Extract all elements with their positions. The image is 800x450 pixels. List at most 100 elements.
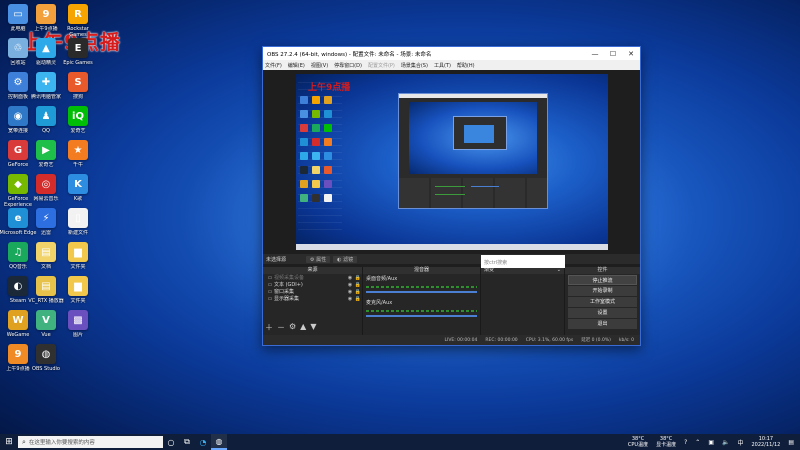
visibility-eye-icon[interactable]: ◉ [346,289,354,295]
volume-icon[interactable]: 🔈 [722,439,729,446]
desktop-icon[interactable]: iQ 爱奇艺 [60,106,96,140]
settings-button[interactable]: 设置 [568,308,637,318]
source-item[interactable]: ▭ 显示器采集 ◉ 🔒 [263,295,362,303]
mixer-track: 桌面音频/Aux [363,274,480,298]
start-recording-button[interactable]: 开始录制 [568,286,637,296]
task-view-icon[interactable]: ○ [163,434,179,450]
volume-slider[interactable] [366,291,477,293]
app-icon: ◎ [36,174,56,194]
app-icon: G [8,140,28,160]
dropped-frames: 延迟 0 (0.0%) [581,338,611,343]
source-name: 显示器采集 [274,296,300,302]
app-icon: V [36,310,56,330]
app-icon: ▭ [8,4,28,24]
visibility-eye-icon[interactable]: ◉ [346,296,354,302]
notification-icon[interactable]: ▤ [788,439,794,446]
close-icon[interactable]: ✕ [622,50,640,58]
minimize-icon[interactable]: — [586,50,604,58]
app-icon: ♟ [36,106,56,126]
app-icon: ◐ [8,276,28,296]
desktop-icon[interactable]: ▆ 文件夹 [60,242,96,276]
app-icon: ◍ [36,344,56,364]
lock-icon[interactable]: 🔒 [354,289,362,295]
preview-desktop-icons [298,76,342,236]
menu-edit[interactable]: 编辑(E) [288,62,305,69]
search-input[interactable]: 按ctrl搜索 [481,255,565,268]
desktop-icon-label: 搜狗 [72,94,83,100]
edge-icon[interactable]: ◔ [195,434,211,450]
preview-area: 上午9点播 [263,70,640,300]
move-up-icon[interactable]: ▲ [300,322,306,333]
obs-window[interactable]: OBS 27.2.4 (64-bit, windows) - 配置文件: 未命名… [262,46,641,346]
desktop-icon[interactable]: S 搜狗 [60,72,96,106]
desktop-icon[interactable]: ▯ 新建文件 [60,208,96,242]
bitrate-status: kb/s: 0 [618,337,634,343]
search-input[interactable]: ⌕ 在这里输入你要搜索的内容 [18,436,163,448]
visibility-eye-icon[interactable]: ◉ [346,282,354,288]
app-icon: S [68,72,88,92]
add-icon[interactable]: ＋ [265,322,273,333]
desktop-icon[interactable]: R Rockstar Games [60,4,96,38]
exit-button[interactable]: 退出 [568,319,637,329]
desktop-icon[interactable]: K K歌 [60,174,96,208]
properties-button[interactable]: ⚙ 属性 [306,255,331,263]
source-name: 窗口采集 [274,289,295,295]
network-icon[interactable]: ▣ [708,439,714,446]
source-item[interactable]: ▭ 窗口采集 ◉ 🔒 [263,288,362,296]
preview-canvas[interactable]: 上午9点播 [296,74,608,250]
desktop-icon[interactable]: ★ 千牛 [60,140,96,174]
windows-start-icon[interactable]: ⊞ [0,434,18,450]
preview-watermark: 上午9点播 [308,83,351,93]
gear-icon[interactable]: ⚙ [289,322,296,333]
menu-profile[interactable]: 配置文件(P) [368,62,395,69]
desktop-icon-label: 爱奇艺 [70,128,86,134]
menu-help[interactable]: 帮助(H) [457,62,475,69]
maximize-icon[interactable]: ☐ [604,50,622,58]
move-down-icon[interactable]: ▼ [310,322,316,333]
app-icon: ♫ [8,242,28,262]
desktop-icon[interactable]: ▩ 图片 [60,310,96,344]
menu-view[interactable]: 视图(V) [311,62,328,69]
sources-header: 来源 [263,267,362,274]
desktop-icon-label: Epic Games [63,60,93,66]
controls-header: 控件 [565,267,640,274]
desktop-icon-label: 文件夹 [70,298,86,304]
source-item[interactable]: ▭ 视频采集设备 ◉ 🔒 [263,274,362,282]
lock-icon[interactable]: 🔒 [354,275,362,281]
obs-taskbar-icon[interactable]: ◍ [211,434,227,450]
source-type-icon: ▭ [267,281,273,288]
obs-title-bar[interactable]: OBS 27.2.4 (64-bit, windows) - 配置文件: 未命名… [263,47,640,60]
mixer-header: 混音器 [363,267,480,274]
lock-icon[interactable]: 🔒 [354,296,362,302]
visibility-eye-icon[interactable]: ◉ [346,275,354,281]
filters-button[interactable]: ◐ 滤镜 [333,255,358,263]
lock-icon[interactable]: 🔒 [354,282,362,288]
volume-slider[interactable] [366,315,477,317]
app-icon: R [68,4,88,24]
menu-tools[interactable]: 工具(T) [434,62,451,69]
remove-icon[interactable]: － [277,322,285,333]
stop-streaming-button[interactable]: 停止推流 [568,275,637,285]
desktop-icon-label: 文件夹 [70,264,86,270]
desktop-icon[interactable]: E Epic Games [60,38,96,72]
mixer-track: 麦克风/Aux [363,298,480,322]
ime-indicator[interactable]: 中 [737,438,743,447]
chevron-up-icon[interactable]: ⌃ [695,439,700,446]
app-icon: W [8,310,28,330]
app-icon: ▶ [36,140,56,160]
source-item[interactable]: ▭ 文本 (GDI+) ◉ 🔒 [263,281,362,289]
no-source-label: 未选择源 [266,256,287,263]
app-icon: ⚡ [36,208,56,228]
desktop-icon[interactable]: ◍ OBS Studio [28,344,64,378]
app-icon: K [68,174,88,194]
chevron-down-icon[interactable]: ⌄ [557,267,564,274]
desktop-icon[interactable]: ▆ 文件夹 [60,276,96,310]
clock[interactable]: 10:17 2022/11/12 [752,436,781,448]
help-icon[interactable]: ? [684,439,687,446]
studio-mode-button[interactable]: 工作室模式 [568,297,637,307]
menu-file[interactable]: 文件(F) [265,62,282,69]
task-manager-icon[interactable]: ⧉ [179,434,195,450]
menu-scene-collection[interactable]: 场景集合(S) [401,62,428,69]
menu-docks[interactable]: 停靠窗口(D) [334,62,362,69]
preview-nested-obs [398,93,548,209]
